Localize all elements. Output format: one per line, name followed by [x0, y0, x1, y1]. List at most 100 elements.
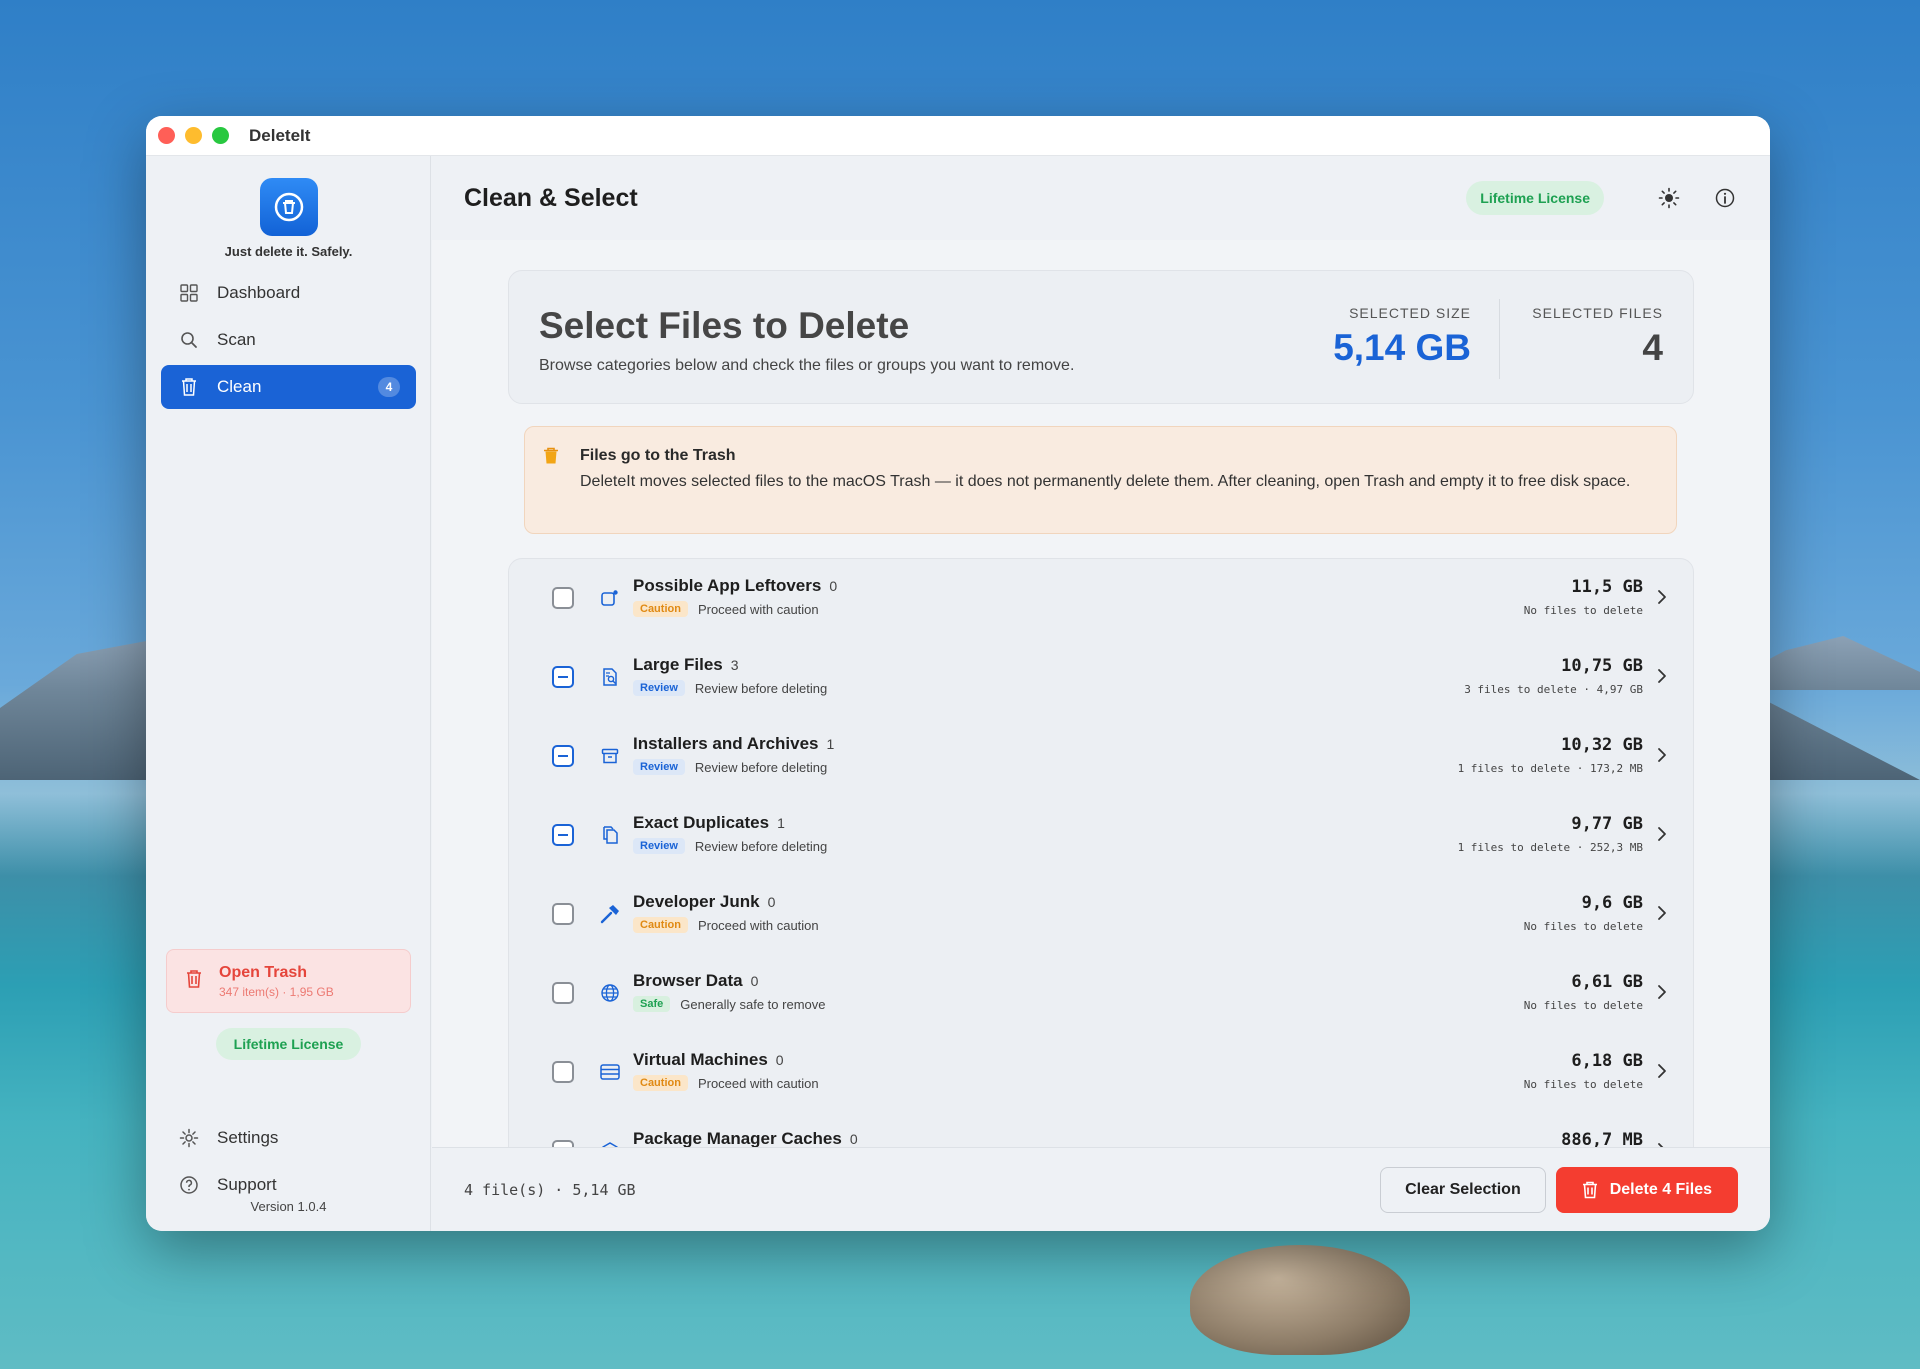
category-size: 11,5 GB	[1571, 577, 1643, 597]
sidebar-item-scan[interactable]: Scan	[161, 318, 416, 362]
chevron-right-icon[interactable]	[1657, 905, 1667, 926]
category-size: 6,61 GB	[1571, 972, 1643, 992]
main-header: Clean & Select Lifetime License	[432, 156, 1770, 240]
close-window-button[interactable]	[158, 127, 175, 144]
sidebar: Just delete it. Safely. Dashboard Scan C…	[146, 156, 431, 1231]
footer-bar: 4 file(s) · 5,14 GB Clear Selection Dele…	[432, 1147, 1770, 1231]
category-files-to-delete: No files to delete	[1523, 604, 1643, 617]
category-row[interactable]: Possible App Leftovers 0 Caution Proceed wi…	[509, 559, 1693, 638]
stat-divider	[1499, 299, 1500, 379]
sidebar-item-dashboard[interactable]: Dashboard	[161, 271, 416, 315]
category-row[interactable]: Package Manager Caches 0 886,7 MB	[509, 1112, 1693, 1147]
category-row[interactable]: Installers and Archives 1 Review Review bef…	[509, 717, 1693, 796]
sun-icon	[1658, 187, 1680, 209]
delete-files-button[interactable]: Delete 4 Files	[1555, 1166, 1738, 1213]
trash-notice: Files go to the Trash DeleteIt moves sel…	[524, 426, 1677, 534]
selected-files-label: SELECTED FILES	[1532, 305, 1663, 321]
sidebar-item-label: Dashboard	[217, 283, 301, 302]
category-subtitle: Caution Proceed with caution	[633, 917, 819, 933]
category-row[interactable]: Exact Duplicates 1 Review Review before del…	[509, 796, 1693, 875]
minimize-window-button[interactable]	[185, 127, 202, 144]
info-button[interactable]	[1712, 185, 1738, 211]
chevron-right-icon[interactable]	[1657, 589, 1667, 610]
category-name-text: Developer Junk	[633, 892, 760, 911]
category-description: Generally safe to remove	[680, 996, 826, 1012]
category-name: Package Manager Caches 0	[633, 1129, 858, 1147]
category-size: 9,6 GB	[1581, 893, 1643, 913]
category-description: Proceed with caution	[697, 1075, 819, 1091]
category-files-to-delete: No files to delete	[1523, 920, 1643, 933]
category-checkbox[interactable]	[552, 903, 574, 925]
category-subtitle: Review Review before deleting	[633, 759, 827, 775]
app-leftover-icon	[599, 587, 621, 609]
zoom-window-button[interactable]	[212, 127, 229, 144]
category-name: Installers and Archives 1	[633, 734, 834, 754]
globe-icon	[599, 982, 621, 1004]
category-checkbox[interactable]	[552, 982, 574, 1004]
category-checkbox[interactable]	[552, 1061, 574, 1083]
grid-icon	[179, 283, 199, 303]
category-name: Developer Junk 0	[633, 892, 775, 912]
trash-icon	[179, 377, 199, 397]
category-name-text: Possible App Leftovers	[633, 576, 822, 595]
sidebar-license-badge[interactable]: Lifetime License	[216, 1028, 361, 1060]
category-description: Review before deleting	[694, 838, 828, 854]
category-list: Possible App Leftovers 0 Caution Proceed wi…	[508, 558, 1694, 1147]
open-trash-button[interactable]: Open Trash 347 item(s) · 1,95 GB	[166, 949, 411, 1013]
trash-icon	[1582, 1181, 1597, 1198]
clear-selection-button[interactable]: Clear Selection	[1380, 1166, 1546, 1213]
server-icon	[599, 1061, 621, 1083]
app-logo-icon	[260, 178, 318, 236]
chevron-right-icon[interactable]	[1657, 984, 1667, 1005]
open-trash-title: Open Trash	[219, 963, 308, 981]
risk-badge: Review	[633, 759, 685, 775]
chevron-right-icon[interactable]	[1657, 826, 1667, 847]
category-name-text: Exact Duplicates	[633, 813, 770, 832]
category-row[interactable]: Large Files 3 Review Review before deleting…	[509, 638, 1693, 717]
header-license-badge[interactable]: Lifetime License	[1466, 181, 1604, 215]
risk-badge: Caution	[633, 601, 688, 617]
category-checkbox[interactable]	[552, 1140, 574, 1147]
sidebar-item-settings[interactable]: Settings	[161, 1116, 416, 1160]
category-checkbox[interactable]	[552, 745, 574, 767]
category-subtitle: Review Review before deleting	[633, 838, 827, 854]
category-row[interactable]: Virtual Machines 0 Caution Proceed with cau…	[509, 1033, 1693, 1112]
theme-toggle-button[interactable]	[1656, 185, 1682, 211]
category-row[interactable]: Developer Junk 0 Caution Proceed with cauti…	[509, 875, 1693, 954]
category-size: 10,32 GB	[1561, 735, 1643, 755]
risk-badge: Review	[633, 838, 685, 854]
category-checkbox[interactable]	[552, 666, 574, 688]
category-subtitle: Caution Proceed with caution	[633, 601, 819, 617]
content-area[interactable]: Select Files to Delete Browse categories…	[432, 240, 1770, 1147]
chevron-right-icon[interactable]	[1657, 668, 1667, 689]
clean-count-badge: 4	[378, 377, 400, 397]
category-files-to-delete: 3 files to delete · 4,97 GB	[1464, 683, 1643, 696]
category-count: 0	[829, 578, 838, 594]
category-description: Review before deleting	[694, 680, 828, 696]
category-count: 0	[775, 1052, 784, 1068]
chevron-right-icon[interactable]	[1657, 747, 1667, 768]
chevron-right-icon[interactable]	[1657, 1063, 1667, 1084]
selected-size-label: SELECTED SIZE	[1349, 305, 1471, 321]
category-name-text: Virtual Machines	[633, 1050, 768, 1069]
page-title: Clean & Select	[464, 183, 638, 212]
category-row[interactable]: Browser Data 0 Safe Generally safe to remov…	[509, 954, 1693, 1033]
background-rock	[1190, 1245, 1410, 1355]
category-size: 6,18 GB	[1571, 1051, 1643, 1071]
selected-size-value: 5,14 GB	[1333, 327, 1471, 368]
category-checkbox[interactable]	[552, 824, 574, 846]
category-checkbox[interactable]	[552, 587, 574, 609]
category-count: 1	[777, 815, 785, 831]
app-window: DeleteIt Just delete it. Safely. Dashboa…	[146, 116, 1770, 1231]
category-files-to-delete: No files to delete	[1523, 999, 1643, 1012]
category-files-to-delete: 1 files to delete · 252,3 MB	[1457, 841, 1643, 854]
info-icon	[1715, 188, 1735, 208]
category-name: Possible App Leftovers 0	[633, 576, 837, 596]
open-trash-subtitle: 347 item(s) · 1,95 GB	[219, 984, 334, 999]
risk-badge: Review	[633, 680, 685, 696]
package-icon	[599, 1140, 621, 1147]
sidebar-item-clean[interactable]: Clean 4	[161, 365, 416, 409]
category-count: 0	[750, 973, 759, 989]
category-files-to-delete: 1 files to delete · 173,2 MB	[1457, 762, 1643, 775]
category-name-text: Installers and Archives	[633, 734, 819, 753]
